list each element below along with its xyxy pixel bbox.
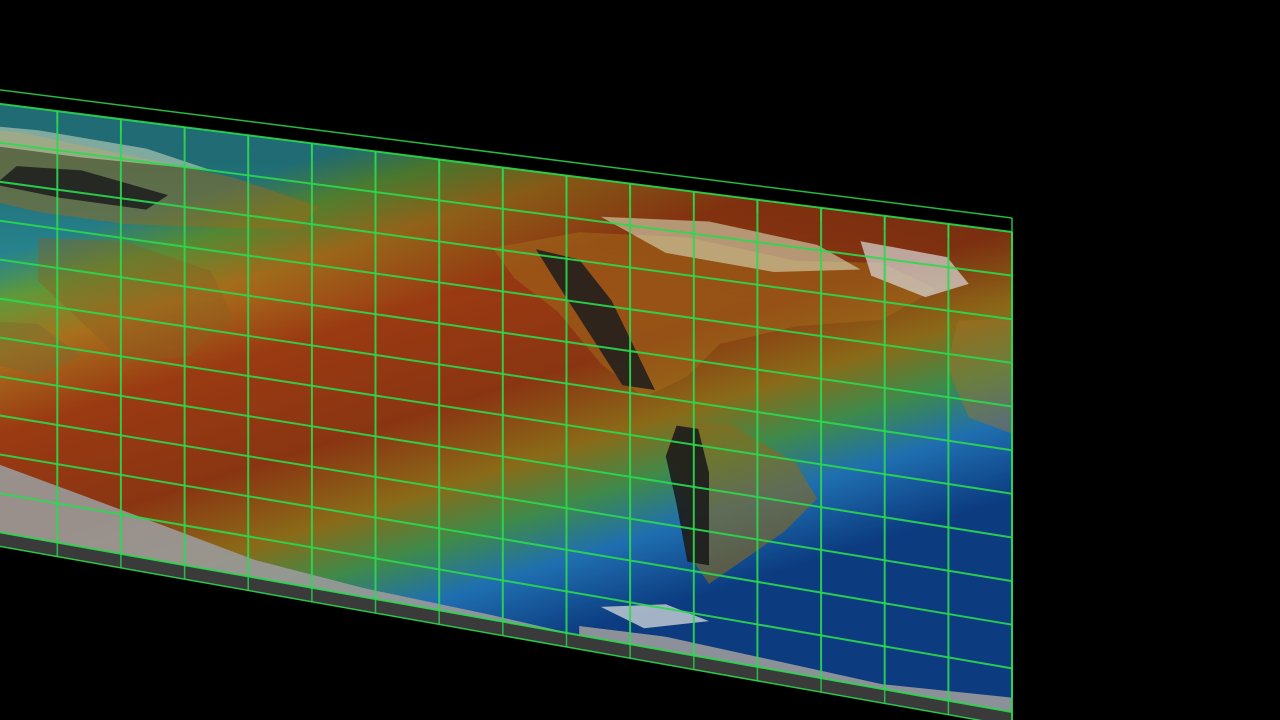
viewport[interactable] bbox=[0, 0, 1280, 720]
map-slab-render bbox=[0, 89, 1013, 720]
